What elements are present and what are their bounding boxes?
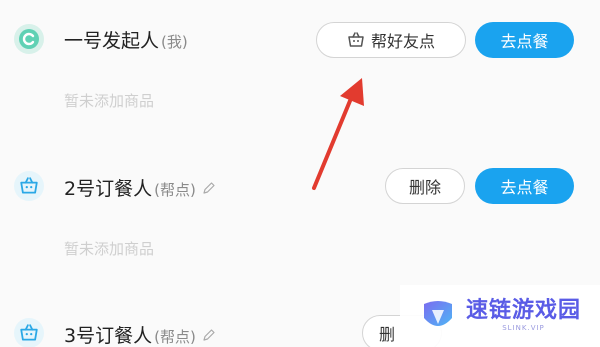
member-name: 3号订餐人 (帮点) [64, 321, 216, 347]
help-friend-order-label: 帮好友点 [370, 32, 435, 51]
go-order-button[interactable]: 去点餐 [475, 168, 574, 204]
delete-label: 删 [379, 325, 396, 344]
member-tag: (我) [161, 33, 188, 51]
member-tag: (帮点) [154, 328, 196, 346]
go-order-button[interactable]: 去点餐 [475, 22, 574, 58]
member-name-label: 3号订餐人 [64, 325, 153, 347]
watermark-subtitle: SLINK.VIP [502, 324, 545, 332]
delete-label: 删除 [408, 178, 441, 197]
go-order-label: 去点餐 [500, 178, 549, 197]
site-watermark: 速链游戏园 SLINK.VIP [400, 285, 600, 347]
member-name: 2号订餐人 (帮点) [64, 174, 216, 201]
edit-icon[interactable] [202, 328, 216, 342]
basket-icon [348, 32, 364, 47]
app-logo-icon [14, 24, 44, 54]
go-order-label: 去点餐 [500, 32, 549, 51]
member-name-label: 2号订餐人 [64, 178, 153, 200]
no-items-text: 暂未添加商品 [64, 92, 155, 110]
annotation-arrow-icon [312, 78, 364, 190]
member-name-label: 一号发起人 [64, 30, 160, 52]
help-friend-order-button[interactable]: 帮好友点 [316, 22, 466, 58]
delete-button[interactable]: 删除 [385, 168, 465, 204]
edit-icon[interactable] [202, 181, 216, 195]
watermark-logo-icon [424, 301, 452, 326]
member-name: 一号发起人 (我) [64, 26, 188, 53]
order-member-list: 一号发起人 (我) 帮好友点 去点餐 暂未添加商品 2号订餐人 (帮点) 删除 … [0, 0, 600, 347]
basket-avatar-icon [14, 318, 44, 347]
no-items-text: 暂未添加商品 [64, 240, 155, 258]
basket-avatar-icon [14, 171, 44, 201]
member-tag: (帮点) [154, 181, 196, 199]
watermark-title: 速链游戏园 [466, 298, 582, 323]
